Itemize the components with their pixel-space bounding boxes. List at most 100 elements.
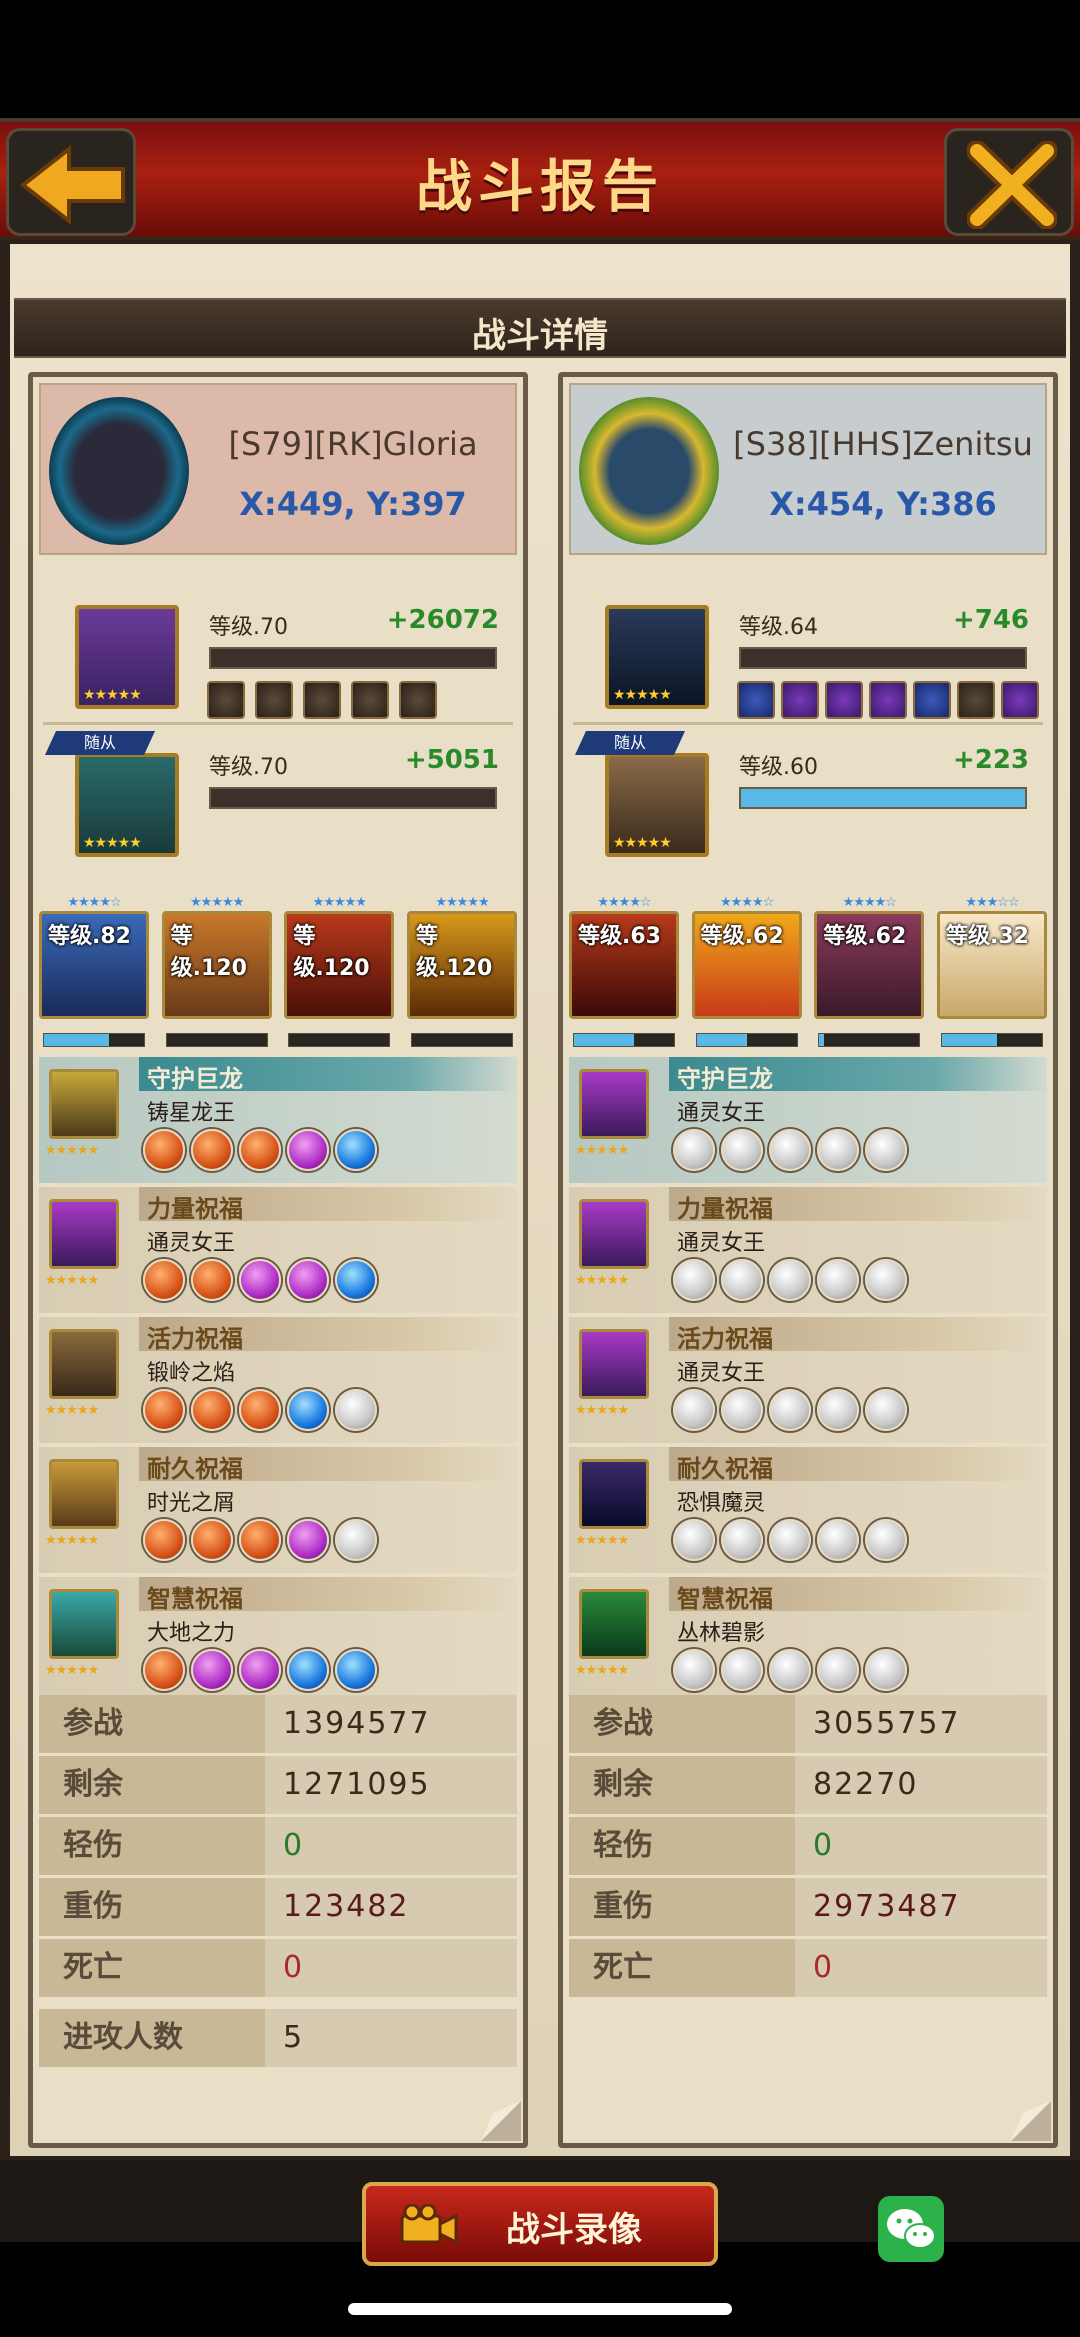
- gear-slot[interactable]: [255, 681, 293, 719]
- dragon-portrait[interactable]: [579, 1459, 649, 1529]
- gear-slot[interactable]: [825, 681, 863, 719]
- troop-card[interactable]: ★★★☆☆ 等级.32: [936, 895, 1047, 1047]
- defender-coord[interactable]: X:454, Y:386: [721, 485, 1045, 523]
- gem-purple[interactable]: [239, 1649, 281, 1691]
- gem-blue[interactable]: [335, 1259, 377, 1301]
- gear-slot[interactable]: [737, 681, 775, 719]
- gear-slot[interactable]: [207, 681, 245, 719]
- gem-purple[interactable]: [287, 1519, 329, 1561]
- hero-portrait[interactable]: ★★★★★: [75, 605, 179, 709]
- gem-white[interactable]: [769, 1259, 811, 1301]
- gem-white[interactable]: [335, 1519, 377, 1561]
- blessing-row[interactable]: ★★★★★ 耐久祝福 时光之屑: [39, 1447, 517, 1573]
- blessing-row[interactable]: ★★★★★ 守护巨龙 通灵女王: [569, 1057, 1047, 1183]
- gem-white[interactable]: [817, 1649, 859, 1691]
- gem-orange[interactable]: [143, 1259, 185, 1301]
- gem-white[interactable]: [865, 1259, 907, 1301]
- gem-orange[interactable]: [143, 1129, 185, 1171]
- gem-orange[interactable]: [143, 1649, 185, 1691]
- dragon-portrait[interactable]: [579, 1069, 649, 1139]
- gem-orange[interactable]: [239, 1519, 281, 1561]
- troop-card[interactable]: ★★★★☆ 等级.63: [569, 895, 679, 1047]
- gem-white[interactable]: [865, 1129, 907, 1171]
- gem-orange[interactable]: [191, 1519, 233, 1561]
- gem-white[interactable]: [721, 1129, 763, 1171]
- dragon-portrait[interactable]: [579, 1589, 649, 1659]
- gem-purple[interactable]: [239, 1259, 281, 1301]
- gem-white[interactable]: [673, 1519, 715, 1561]
- hero-portrait[interactable]: ★★★★★: [605, 605, 709, 709]
- dragon-portrait[interactable]: [49, 1069, 119, 1139]
- gem-white[interactable]: [673, 1649, 715, 1691]
- gem-blue[interactable]: [287, 1649, 329, 1691]
- gear-slot[interactable]: [781, 681, 819, 719]
- gem-blue[interactable]: [335, 1129, 377, 1171]
- gem-blue[interactable]: [287, 1389, 329, 1431]
- gem-white[interactable]: [865, 1389, 907, 1431]
- blessing-row[interactable]: ★★★★★ 耐久祝福 恐惧魔灵: [569, 1447, 1047, 1573]
- gem-white[interactable]: [769, 1129, 811, 1171]
- troop-card[interactable]: ★★★★★ 等级.120: [161, 895, 272, 1047]
- gem-orange[interactable]: [239, 1389, 281, 1431]
- dragon-portrait[interactable]: [49, 1329, 119, 1399]
- troop-card[interactable]: ★★★★★ 等级.120: [406, 895, 517, 1047]
- gem-white[interactable]: [721, 1519, 763, 1561]
- gem-orange[interactable]: [143, 1389, 185, 1431]
- troop-card[interactable]: ★★★★☆ 等级.82: [39, 895, 149, 1047]
- gem-white[interactable]: [721, 1649, 763, 1691]
- blessing-row[interactable]: ★★★★★ 力量祝福 通灵女王: [569, 1187, 1047, 1313]
- minion-portrait[interactable]: ★★★★★: [75, 753, 179, 857]
- gem-white[interactable]: [673, 1129, 715, 1171]
- gem-white[interactable]: [817, 1519, 859, 1561]
- blessing-row[interactable]: ★★★★★ 活力祝福 锻岭之焰: [39, 1317, 517, 1443]
- gem-white[interactable]: [721, 1259, 763, 1301]
- gem-white[interactable]: [721, 1389, 763, 1431]
- gem-white[interactable]: [865, 1649, 907, 1691]
- dragon-portrait[interactable]: [579, 1329, 649, 1399]
- gem-white[interactable]: [673, 1389, 715, 1431]
- attacker-card[interactable]: [S79][RK]Gloria X:449, Y:397: [39, 383, 517, 555]
- gear-slot[interactable]: [869, 681, 907, 719]
- gem-orange[interactable]: [191, 1259, 233, 1301]
- gem-white[interactable]: [769, 1389, 811, 1431]
- blessing-row[interactable]: ★★★★★ 活力祝福 通灵女王: [569, 1317, 1047, 1443]
- gem-white[interactable]: [335, 1389, 377, 1431]
- gem-orange[interactable]: [191, 1389, 233, 1431]
- blessing-row[interactable]: ★★★★★ 智慧祝福 丛林碧影: [569, 1577, 1047, 1703]
- gem-white[interactable]: [769, 1519, 811, 1561]
- gem-blue[interactable]: [335, 1649, 377, 1691]
- gear-slot[interactable]: [913, 681, 951, 719]
- gear-slot[interactable]: [303, 681, 341, 719]
- gem-purple[interactable]: [287, 1259, 329, 1301]
- gem-orange[interactable]: [191, 1129, 233, 1171]
- wechat-share-button[interactable]: [878, 2196, 944, 2262]
- close-button[interactable]: [944, 128, 1074, 236]
- dragon-portrait[interactable]: [49, 1199, 119, 1269]
- gem-white[interactable]: [817, 1389, 859, 1431]
- gear-slot[interactable]: [399, 681, 437, 719]
- troop-card[interactable]: ★★★★☆ 等级.62: [691, 895, 802, 1047]
- battle-replay-button[interactable]: 战斗录像: [362, 2182, 718, 2266]
- gem-white[interactable]: [865, 1519, 907, 1561]
- gem-white[interactable]: [817, 1129, 859, 1171]
- troop-card[interactable]: ★★★★☆ 等级.62: [814, 895, 925, 1047]
- minion-portrait[interactable]: ★★★★★: [605, 753, 709, 857]
- blessing-row[interactable]: ★★★★★ 智慧祝福 大地之力: [39, 1577, 517, 1703]
- back-button[interactable]: [6, 128, 136, 236]
- gem-purple[interactable]: [287, 1129, 329, 1171]
- gear-slot[interactable]: [351, 681, 389, 719]
- gem-orange[interactable]: [143, 1519, 185, 1561]
- gem-white[interactable]: [673, 1259, 715, 1301]
- gem-purple[interactable]: [191, 1649, 233, 1691]
- gem-white[interactable]: [769, 1649, 811, 1691]
- gear-slot[interactable]: [957, 681, 995, 719]
- gem-white[interactable]: [817, 1259, 859, 1301]
- defender-card[interactable]: [S38][HHS]Zenitsu X:454, Y:386: [569, 383, 1047, 555]
- attacker-coord[interactable]: X:449, Y:397: [191, 485, 515, 523]
- gem-orange[interactable]: [239, 1129, 281, 1171]
- gear-slot[interactable]: [1001, 681, 1039, 719]
- troop-card[interactable]: ★★★★★ 等级.120: [284, 895, 395, 1047]
- blessing-row[interactable]: ★★★★★ 力量祝福 通灵女王: [39, 1187, 517, 1313]
- dragon-portrait[interactable]: [579, 1199, 649, 1269]
- dragon-portrait[interactable]: [49, 1589, 119, 1659]
